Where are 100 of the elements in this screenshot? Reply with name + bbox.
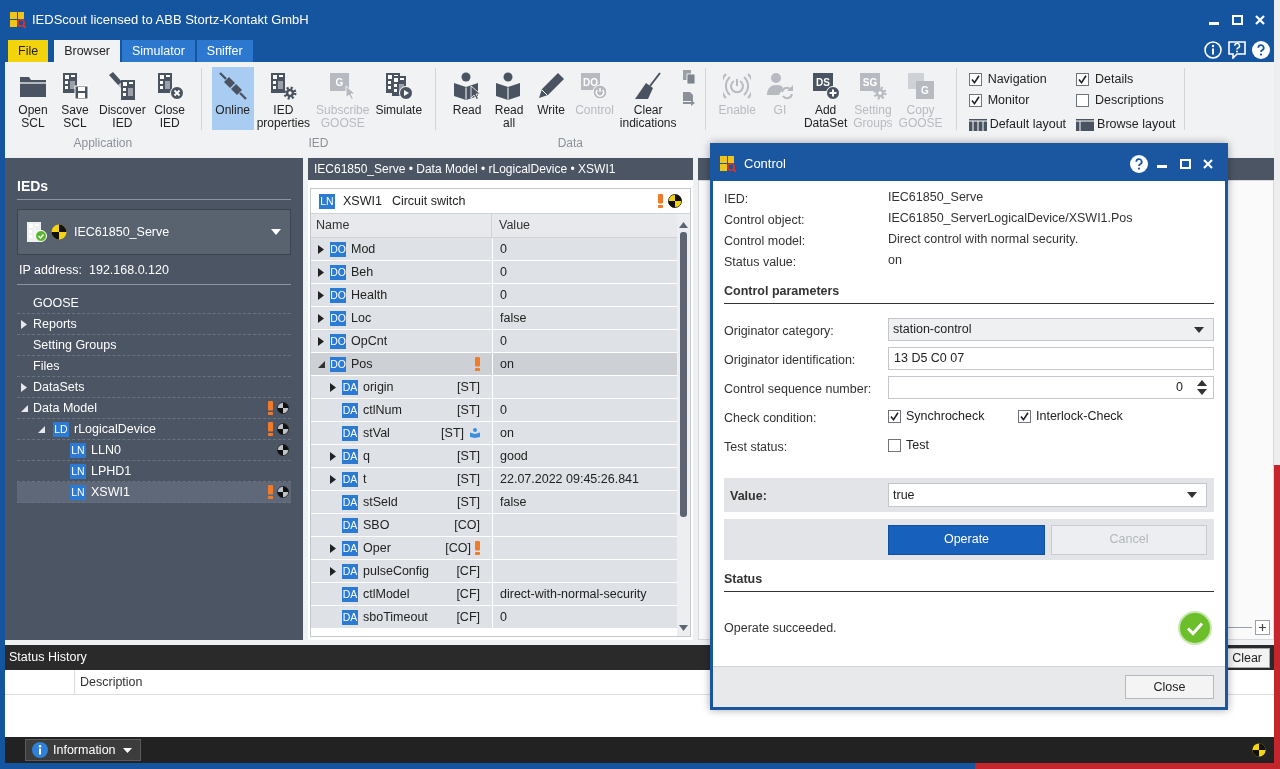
ribbon-button[interactable]: DS Add DataSet: [800, 67, 851, 130]
tree-item[interactable]: DataSets: [17, 377, 291, 398]
table-row[interactable]: DA origin [ST]: [311, 376, 677, 399]
ribbon-button[interactable]: Online: [211, 67, 254, 130]
dialog-button[interactable]: Operate: [888, 524, 1045, 555]
grid-magnifier-icon: [10, 12, 26, 28]
ribbon-button[interactable]: Save SCL: [54, 67, 96, 130]
functional-constraint: [ST]: [457, 401, 480, 419]
ribbon-button[interactable]: Write: [530, 67, 573, 130]
group-label: Data: [557, 135, 583, 152]
item-label: LPHD1: [91, 462, 132, 480]
item-label: Setting Groups: [33, 336, 117, 354]
info-button[interactable]: [1204, 40, 1222, 59]
table-row[interactable]: DA Oper [CO]: [311, 537, 677, 560]
caret-icon: [123, 747, 132, 753]
dropdown[interactable]: true: [888, 483, 1207, 507]
close-button[interactable]: Close: [1125, 675, 1214, 699]
table-row[interactable]: DA ctlNum [ST] 0: [311, 399, 677, 422]
tree-item[interactable]: LN LLN0: [17, 440, 291, 461]
node-name: Loc: [351, 309, 372, 327]
flashlight-device-icon: [108, 72, 137, 100]
node-name: stVal: [363, 424, 390, 442]
panel-layout-icon: [1076, 118, 1095, 131]
tree-item[interactable]: Setting Groups: [17, 335, 291, 356]
power-waves-icon: [723, 72, 752, 100]
node-name: XSWI1: [343, 192, 382, 210]
ied-selector[interactable]: IEC61850_Serve: [17, 209, 291, 255]
tree-item[interactable]: LN XSWI1: [17, 482, 291, 503]
help-button[interactable]: [1129, 153, 1149, 174]
help-button[interactable]: [1252, 40, 1270, 59]
table-row[interactable]: DO Loc false: [311, 307, 677, 330]
ribbon-button[interactable]: Discover IED: [96, 67, 149, 130]
node-name: OpCnt: [351, 332, 388, 350]
table-row[interactable]: DA t [ST] 22.07.2022 09:45:26.841: [311, 468, 677, 491]
ribbon-tab[interactable]: Simulator: [122, 40, 195, 62]
checkbox-label: Test: [906, 437, 929, 455]
info-icon: [32, 742, 48, 758]
down-arrow-icon[interactable]: [679, 625, 688, 631]
device-gear-icon: [269, 72, 298, 100]
filter-dropdown[interactable]: Information: [25, 739, 141, 761]
tree-item[interactable]: LD rLogicalDevice: [17, 419, 291, 440]
table-row[interactable]: DA SBO [CO]: [311, 514, 677, 537]
scrollbar[interactable]: [677, 214, 690, 636]
ribbon-tab[interactable]: File: [8, 40, 49, 62]
checkbox[interactable]: [968, 94, 982, 107]
ribbon-button[interactable]: IED properties: [253, 67, 314, 130]
ribbon-button[interactable]: Close IED: [148, 67, 191, 130]
pages-icon: [682, 70, 695, 84]
up-arrow-icon[interactable]: [679, 222, 688, 228]
feedback-button[interactable]: [1228, 40, 1246, 59]
ribbon-tab[interactable]: Sniffer: [196, 40, 253, 62]
node-type-tag: DA: [342, 609, 358, 625]
node-name: Beh: [351, 263, 374, 281]
table-row[interactable]: DA pulseConfig [CF]: [311, 560, 677, 583]
node-type-tag: LN: [70, 442, 86, 458]
table-row[interactable]: DA q [ST] good: [311, 445, 677, 468]
ribbon-button[interactable]: Read all: [488, 67, 531, 130]
checkbox[interactable]: [888, 410, 901, 423]
ribbon-button[interactable]: Read: [446, 67, 489, 130]
tree-item[interactable]: Data Model: [17, 398, 291, 419]
tree-item[interactable]: Reports: [17, 314, 291, 335]
table-row[interactable]: DA stVal [ST] on: [311, 422, 677, 445]
table-row[interactable]: DO Mod 0: [311, 238, 677, 261]
table-row[interactable]: DO Health 0: [311, 284, 677, 307]
column-header: Name: [316, 217, 350, 235]
table-row[interactable]: DO OpCnt 0: [311, 330, 677, 353]
ribbon-button[interactable]: Clear indications: [616, 67, 680, 130]
number-field[interactable]: 0: [888, 376, 1214, 399]
tree-item[interactable]: Files: [17, 356, 291, 377]
field-label: Originator identification:: [724, 352, 856, 367]
node-type-tag: DA: [342, 494, 358, 510]
ribbon-button[interactable]: Simulate: [372, 67, 426, 130]
zoom-in-button[interactable]: [1255, 619, 1270, 635]
text-field[interactable]: 13 D5 C0 07: [888, 347, 1214, 370]
layout-button[interactable]: Default layout: [968, 114, 1067, 135]
layout-button[interactable]: Browse layout: [1076, 114, 1176, 135]
ribbon-tab[interactable]: Browser: [54, 40, 120, 62]
checkbox[interactable]: [1076, 73, 1090, 86]
node-type-tag: DA: [342, 379, 358, 395]
dropdown[interactable]: station-control: [888, 318, 1214, 341]
table-row[interactable]: DO Pos on: [311, 353, 677, 376]
checkbox[interactable]: [888, 439, 901, 452]
checkbox[interactable]: [1018, 410, 1031, 423]
quartered-circle-icon: [1252, 743, 1266, 757]
section-heading: Status: [724, 571, 763, 588]
ribbon-button[interactable]: Open SCL: [12, 67, 54, 130]
functional-constraint: [CF]: [456, 608, 480, 626]
copy-button[interactable]: [682, 70, 695, 84]
field-label: Value:: [730, 489, 767, 503]
item-label: Files: [33, 357, 60, 375]
table-row[interactable]: DA stSeld [ST] false: [311, 491, 677, 514]
checkbox[interactable]: [1076, 94, 1090, 107]
plug-icon: [218, 72, 247, 100]
export-button[interactable]: [682, 92, 695, 106]
node-name: t: [363, 470, 367, 488]
table-row[interactable]: DA sboTimeout [CF] 0: [311, 606, 677, 629]
tree-item[interactable]: GOOSE: [17, 293, 291, 314]
table-row[interactable]: DA ctlModel [CF] direct-with-normal-security: [311, 583, 677, 606]
checkbox[interactable]: [968, 73, 982, 86]
table-row[interactable]: DO Beh 0: [311, 261, 677, 284]
